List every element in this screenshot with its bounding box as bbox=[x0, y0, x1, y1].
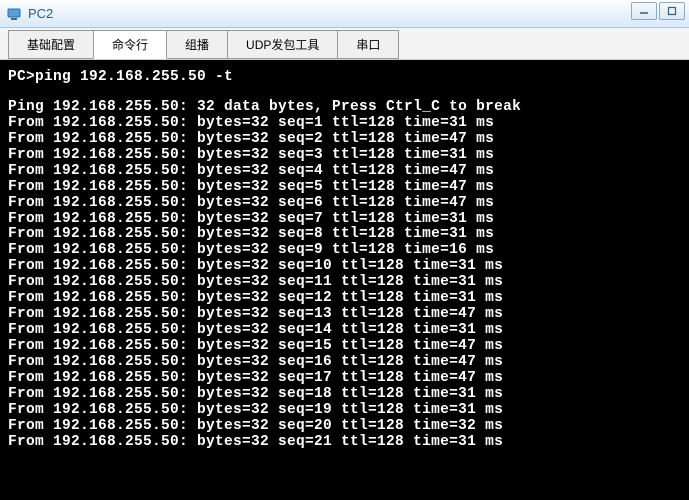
ping-reply-line: From 192.168.255.50: bytes=32 seq=7 ttl=… bbox=[8, 212, 681, 228]
ping-reply-line: From 192.168.255.50: bytes=32 seq=6 ttl=… bbox=[8, 196, 681, 212]
tab-label: 基础配置 bbox=[27, 38, 75, 52]
minimize-button[interactable] bbox=[631, 2, 657, 20]
ping-reply-line: From 192.168.255.50: bytes=32 seq=8 ttl=… bbox=[8, 227, 681, 243]
tab-command-line[interactable]: 命令行 bbox=[93, 30, 167, 59]
ping-reply-line: From 192.168.255.50: bytes=32 seq=21 ttl… bbox=[8, 435, 681, 451]
ping-reply-line: From 192.168.255.50: bytes=32 seq=16 ttl… bbox=[8, 355, 681, 371]
ping-reply-line: From 192.168.255.50: bytes=32 seq=17 ttl… bbox=[8, 371, 681, 387]
ping-reply-line: From 192.168.255.50: bytes=32 seq=13 ttl… bbox=[8, 307, 681, 323]
tab-serial[interactable]: 串口 bbox=[337, 30, 399, 59]
terminal-output[interactable]: PC>ping 192.168.255.50 -t Ping 192.168.2… bbox=[0, 60, 689, 500]
window-title: PC2 bbox=[28, 6, 53, 21]
ping-reply-line: From 192.168.255.50: bytes=32 seq=14 ttl… bbox=[8, 323, 681, 339]
app-icon bbox=[6, 6, 22, 22]
tab-basic-config[interactable]: 基础配置 bbox=[8, 30, 94, 59]
ping-replies: From 192.168.255.50: bytes=32 seq=1 ttl=… bbox=[8, 116, 681, 451]
tab-udp-tool[interactable]: UDP发包工具 bbox=[227, 30, 338, 59]
ping-reply-line: From 192.168.255.50: bytes=32 seq=2 ttl=… bbox=[8, 132, 681, 148]
tab-label: 组播 bbox=[185, 38, 209, 52]
ping-header: Ping 192.168.255.50: 32 data bytes, Pres… bbox=[8, 100, 681, 116]
tab-bar: 基础配置 命令行 组播 UDP发包工具 串口 bbox=[0, 28, 689, 60]
ping-reply-line: From 192.168.255.50: bytes=32 seq=3 ttl=… bbox=[8, 148, 681, 164]
tab-label: 命令行 bbox=[112, 38, 148, 52]
ping-reply-line: From 192.168.255.50: bytes=32 seq=12 ttl… bbox=[8, 291, 681, 307]
ping-reply-line: From 192.168.255.50: bytes=32 seq=4 ttl=… bbox=[8, 164, 681, 180]
ping-reply-line: From 192.168.255.50: bytes=32 seq=1 ttl=… bbox=[8, 116, 681, 132]
maximize-button[interactable] bbox=[659, 2, 685, 20]
tab-multicast[interactable]: 组播 bbox=[166, 30, 228, 59]
tab-label: UDP发包工具 bbox=[246, 38, 319, 52]
ping-reply-line: From 192.168.255.50: bytes=32 seq=20 ttl… bbox=[8, 419, 681, 435]
tab-label: 串口 bbox=[356, 38, 380, 52]
ping-reply-line: From 192.168.255.50: bytes=32 seq=18 ttl… bbox=[8, 387, 681, 403]
ping-reply-line: From 192.168.255.50: bytes=32 seq=10 ttl… bbox=[8, 259, 681, 275]
prompt-line: PC>ping 192.168.255.50 -t bbox=[8, 70, 681, 86]
title-bar: PC2 bbox=[0, 0, 689, 28]
ping-reply-line: From 192.168.255.50: bytes=32 seq=19 ttl… bbox=[8, 403, 681, 419]
terminal-gap bbox=[8, 86, 681, 100]
ping-reply-line: From 192.168.255.50: bytes=32 seq=11 ttl… bbox=[8, 275, 681, 291]
window-controls bbox=[631, 2, 685, 20]
ping-reply-line: From 192.168.255.50: bytes=32 seq=15 ttl… bbox=[8, 339, 681, 355]
ping-reply-line: From 192.168.255.50: bytes=32 seq=5 ttl=… bbox=[8, 180, 681, 196]
ping-reply-line: From 192.168.255.50: bytes=32 seq=9 ttl=… bbox=[8, 243, 681, 259]
